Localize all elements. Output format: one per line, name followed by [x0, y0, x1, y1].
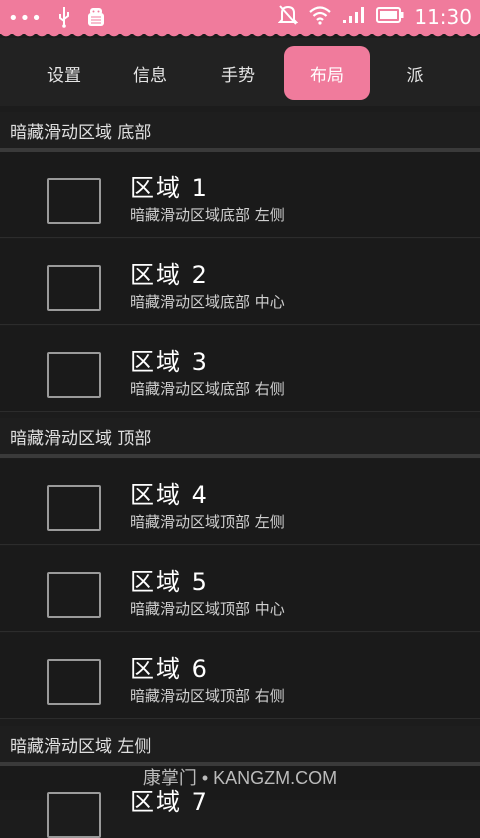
list-item-title: 区域 3 [130, 348, 209, 376]
list-item-title: 区域 2 [130, 261, 209, 289]
area-4-checkbox[interactable] [47, 485, 101, 531]
tab-pie[interactable]: 派 [380, 46, 450, 100]
list-item-area-6[interactable]: 区域 6 暗藏滑动区域顶部 右侧 [0, 633, 480, 719]
more-dots-icon: ••• [8, 8, 43, 29]
section-divider [0, 454, 480, 458]
list-item-title: 区域 1 [130, 174, 209, 202]
area-5-checkbox[interactable] [47, 572, 101, 618]
area-1-checkbox[interactable] [47, 178, 101, 224]
list-item-title: 区域 6 [130, 655, 209, 683]
list-item-subtitle: 暗藏滑动区域顶部 右侧 [130, 687, 285, 705]
signal-icon [342, 6, 366, 28]
alarm-off-icon [277, 4, 299, 30]
area-6-checkbox[interactable] [47, 659, 101, 705]
battery-icon [376, 7, 404, 27]
list-item-area-2[interactable]: 区域 2 暗藏滑动区域底部 中心 [0, 239, 480, 325]
area-2-checkbox[interactable] [47, 265, 101, 311]
area-3-checkbox[interactable] [47, 352, 101, 398]
wifi-icon [308, 5, 332, 29]
section-header-top: 暗藏滑动区域 顶部 [0, 418, 480, 454]
section-header-left: 暗藏滑动区域 左侧 [0, 726, 480, 762]
list-item-area-3[interactable]: 区域 3 暗藏滑动区域底部 右侧 [0, 326, 480, 412]
list-item-area-1[interactable]: 区域 1 暗藏滑动区域底部 左侧 [0, 152, 480, 238]
clock: 11:30 [414, 5, 472, 29]
list-item-title: 区域 4 [130, 481, 209, 509]
list-item-subtitle: 暗藏滑动区域底部 中心 [130, 293, 285, 311]
tab-info[interactable]: 信息 [110, 46, 190, 100]
list-item-subtitle: 暗藏滑动区域顶部 中心 [130, 600, 285, 618]
list-item-subtitle: 暗藏滑动区域底部 右侧 [130, 380, 285, 398]
list-item-subtitle: 暗藏滑动区域顶部 左侧 [130, 513, 285, 531]
android-debug-icon [85, 6, 107, 32]
list-item-subtitle: 暗藏滑动区域底部 左侧 [130, 206, 285, 224]
tab-settings[interactable]: 设置 [24, 46, 104, 100]
tab-bar: 设置 信息 手势 布局 派 [0, 38, 480, 106]
list-item-area-5[interactable]: 区域 5 暗藏滑动区域顶部 中心 [0, 546, 480, 632]
tab-gestures[interactable]: 手势 [198, 46, 278, 100]
list-item-area-4[interactable]: 区域 4 暗藏滑动区域顶部 左侧 [0, 459, 480, 545]
watermark: 康掌门 • KANGZM.COM [142, 768, 338, 788]
section-header-bottom: 暗藏滑动区域 底部 [0, 112, 480, 148]
area-7-checkbox[interactable] [47, 792, 101, 838]
status-bar-scallop [0, 30, 480, 38]
status-bar: ••• 11:30 [0, 0, 480, 38]
usb-icon [57, 6, 71, 32]
list-item-title: 区域 5 [130, 568, 209, 596]
tab-layout[interactable]: 布局 [284, 46, 370, 100]
